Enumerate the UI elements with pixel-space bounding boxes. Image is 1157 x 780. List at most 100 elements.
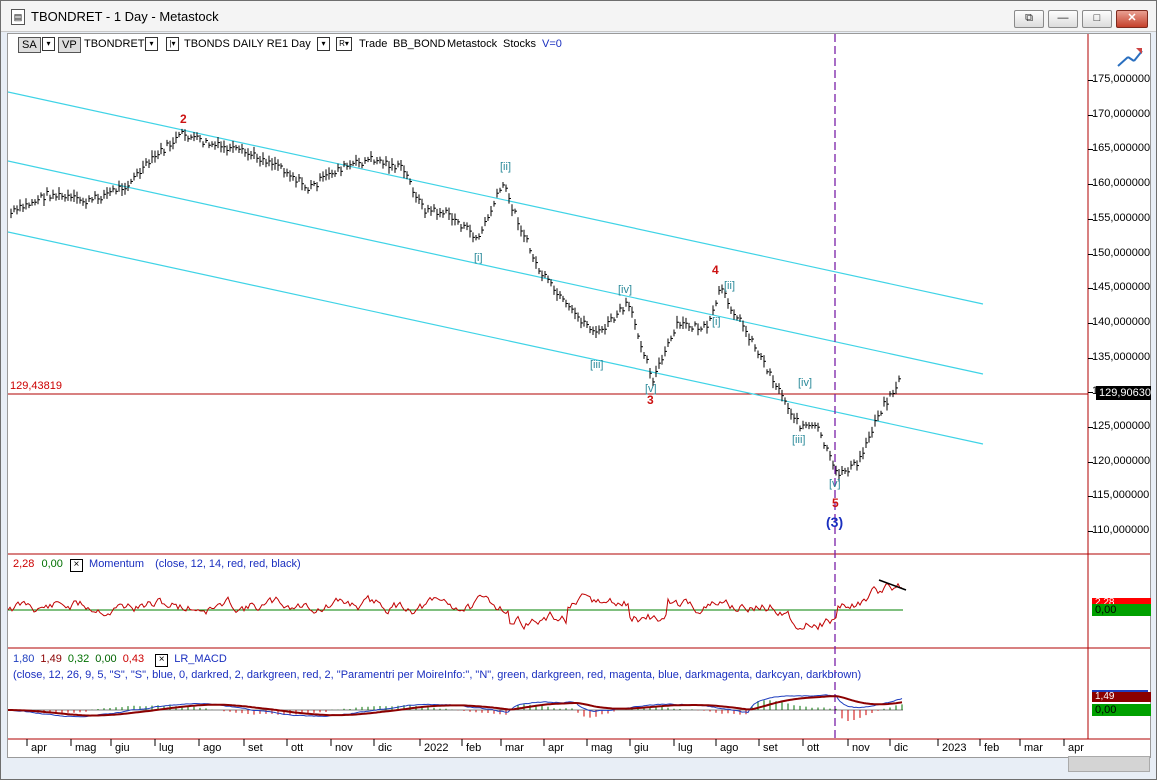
price-tick-mark [1088, 80, 1093, 81]
ref-price-label: 129,43819 [10, 380, 62, 392]
price-tick-mark [1088, 114, 1093, 116]
wave-label-ii: [ii] [500, 161, 511, 173]
macd-value: 1,49 [40, 653, 62, 665]
window-title: TBONDRET - 1 Day - Metastock [31, 9, 219, 24]
wave-label-iv-b: [iv] [798, 377, 813, 389]
app-window: ▤ TBONDRET - 1 Day - Metastock ⧉ — □ ✕ S… [0, 0, 1157, 780]
price-tick-label: 155,000000 [1092, 211, 1151, 224]
macd-close-icon[interactable]: × [155, 654, 169, 667]
time-axis-label: mag [75, 742, 97, 754]
time-axis-label: feb [984, 742, 1000, 754]
price-tick-mark [1088, 218, 1093, 220]
price-tick-mark [1088, 149, 1093, 151]
wave-label-5: 5 [832, 496, 839, 510]
time-axis-label: dic [894, 742, 909, 754]
wave-label-4: 4 [712, 263, 719, 277]
momentum-badge-green: 0,00 [1092, 604, 1151, 616]
macd-value: 1,80 [13, 653, 35, 665]
time-axis-label: ago [720, 742, 739, 754]
wave-label-ii-b: [ii] [724, 280, 735, 292]
price-tick-label: 170,000000 [1092, 107, 1151, 120]
macd-name[interactable]: LR_MACD [174, 653, 227, 665]
momentum-value-red: 2,28 [13, 558, 35, 570]
momentum-line [8, 582, 903, 631]
price-tick-label: 165,000000 [1092, 142, 1151, 155]
wave-label-iii: [iii] [590, 359, 604, 371]
price-tick-label: 110,000000 [1092, 524, 1150, 537]
macd-value: 0,43 [122, 653, 145, 665]
regression-channel [8, 91, 984, 445]
macd-value: 0,00 [95, 653, 117, 665]
maximize-button[interactable]: □ [1082, 10, 1112, 28]
channel-lower [8, 231, 984, 445]
price-bars [10, 128, 901, 482]
macd-signal-line [8, 695, 903, 717]
momentum-close-icon[interactable]: × [69, 559, 83, 572]
price-tick-label: 135,000000 [1092, 350, 1151, 363]
time-axis-label: nov [852, 742, 870, 754]
price-tick-label: 125,000000 [1092, 420, 1151, 432]
horizontal-scrollbar[interactable] [1068, 756, 1150, 772]
time-axis-label: apr [31, 742, 47, 754]
app-icon: ▤ [11, 9, 25, 25]
title-bar: ▤ TBONDRET - 1 Day - Metastock ⧉ — □ ✕ [1, 1, 1156, 32]
time-axis-label: ott [291, 742, 304, 754]
price-tick-label: 150,000000 [1092, 246, 1151, 259]
time-axis-label: feb [466, 742, 482, 754]
time-axis-label: apr [1068, 742, 1084, 754]
time-axis-label: ott [807, 742, 820, 754]
minimize-button[interactable]: — [1048, 10, 1078, 28]
time-axis-ticks [26, 739, 1065, 746]
channel-middle [8, 160, 984, 375]
time-axis-label: set [248, 742, 263, 754]
time-axis-label: nov [335, 742, 353, 754]
chart-window[interactable]: SA ▾ VP TBONDRET ▾ |▾ TBONDS DAILY RE 1 … [7, 33, 1151, 772]
wave-label-v-b: [v] [829, 478, 841, 490]
momentum-value-green: 0,00 [41, 558, 63, 570]
time-axis-label: lug [159, 742, 174, 754]
wave-label-2: 2 [180, 112, 187, 126]
momentum-params: (close, 12, 14, red, red, black) [155, 558, 301, 570]
wave-label-3: 3 [647, 393, 654, 407]
time-axis-label: mag [591, 742, 613, 754]
price-tick-mark [1088, 496, 1093, 498]
price-tick-mark [1088, 531, 1093, 533]
price-tick-mark [1088, 288, 1093, 290]
time-axis-label: dic [378, 742, 393, 754]
momentum-title: 2,28 0,00 × Momentum (close, 12, 14, red… [13, 558, 301, 572]
price-tick-mark [1088, 427, 1093, 428]
price-tick-mark [1088, 184, 1093, 186]
time-axis-label: lug [678, 742, 693, 754]
divergence-line [878, 579, 907, 591]
time-axis-label: set [763, 742, 778, 754]
wave-label-i: [i] [474, 252, 483, 264]
time-axis-label: apr [548, 742, 564, 754]
price-tick-label: 115,000000 [1092, 489, 1150, 502]
time-axis-label: giu [115, 742, 130, 754]
macd-params: (close, 12, 26, 9, 5, "S", "S", blue, 0,… [13, 669, 862, 681]
time-axis-label: ago [203, 742, 222, 754]
price-tick-mark [1088, 322, 1093, 324]
time-axis-label: giu [634, 742, 649, 754]
price-tick-mark [1088, 392, 1093, 394]
close-button[interactable]: ✕ [1116, 10, 1148, 28]
price-tick-label: 160,000000 [1092, 177, 1151, 190]
price-tick-label: 140,000000 [1092, 315, 1151, 328]
wave-label-v: [v] [645, 383, 657, 395]
time-axis-label: mar [505, 742, 524, 754]
macd-values: 1,80 1,49 0,32 0,00 0,43 [13, 653, 150, 665]
wave-label-big-3: (3) [826, 514, 844, 530]
macd-badge-red: 1,49 [1092, 692, 1151, 702]
price-chart[interactable] [8, 34, 1150, 757]
last-price-badge: 129,90630 [1096, 386, 1151, 400]
wave-label-iii-b: [iii] [792, 434, 806, 446]
restore-button[interactable]: ⧉ [1014, 10, 1044, 28]
price-tick-mark [1088, 253, 1093, 255]
price-tick-label: 175,000000 [1092, 73, 1151, 85]
momentum-name[interactable]: Momentum [89, 558, 144, 570]
macd-title: 1,80 1,49 0,32 0,00 0,43 × LR_MACD [13, 653, 227, 667]
price-tick-label: 145,000000 [1092, 281, 1151, 294]
wave-label-i-b: [i] [712, 316, 721, 328]
macd-value: 0,32 [67, 653, 90, 665]
price-tick-label: 120,000000 [1092, 454, 1151, 467]
